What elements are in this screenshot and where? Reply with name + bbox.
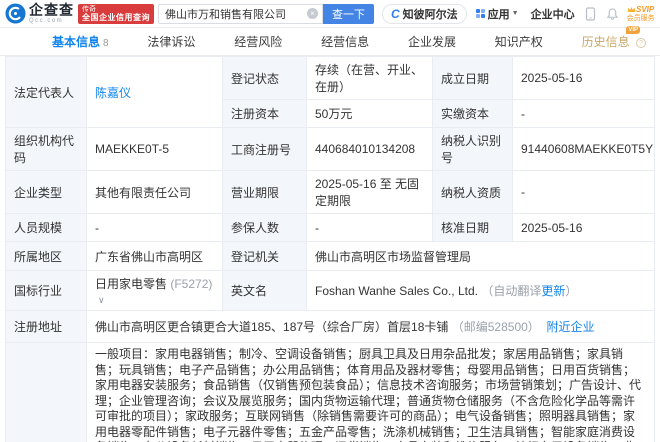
field-label-reg-address: 注册地址 — [5, 310, 87, 343]
field-label-biz-term: 营业期限 — [222, 170, 307, 214]
qcc-company-page: 企查查 Qcc.com 传奇 全国企业信用查询 × 查一下 C 知彼阿尔法 应用… — [0, 0, 660, 442]
search-input[interactable] — [165, 7, 307, 20]
section-tabs: 基本信息 8 法律诉讼 经营风险 经营信息 企业发展 知识产权 历史信息 VIP … — [0, 26, 660, 56]
company-info-table: 法定代表人 陈嘉仪 登记状态 存续（在营、开业、在册） 成立日期 2025-05… — [5, 56, 655, 442]
field-label-paid-capital: 实缴资本 — [432, 99, 513, 128]
legal-rep-link[interactable]: 陈嘉仪 — [95, 86, 131, 100]
table-row: 组织机构代码 MAEKKE0T-5 工商注册号 440684010134208 … — [5, 127, 655, 171]
postcode: （邮编528500） — [451, 320, 540, 334]
history-help-icon: ? — [635, 38, 646, 48]
apps-grid-icon — [475, 9, 485, 18]
tab-basic-info[interactable]: 基本信息 8 — [52, 33, 109, 50]
translate-update-link[interactable]: 更新 — [541, 284, 565, 298]
field-value-taxpayer-id: 91440608MAEKKE0T5Y — [512, 127, 655, 171]
field-value-company-type: 其他有限责任公司 — [86, 170, 223, 214]
basic-info-section: 法定代表人 陈嘉仪 登记状态 存续（在营、开业、在册） 成立日期 2025-05… — [0, 56, 660, 442]
nearby-companies-link[interactable]: 附近企业 — [546, 320, 594, 334]
clear-search-icon[interactable]: × — [307, 8, 318, 19]
field-label-biz-reg-no: 工商注册号 — [222, 127, 307, 171]
field-value-reg-address: 佛山市高明区更合镇更合大道185、187号（综合厂房）首层18卡铺 （邮编528… — [86, 310, 655, 343]
table-row: 企业类型 其他有限责任公司 营业期限 2025-05-16 至 无固定期限 纳税… — [5, 170, 655, 214]
table-row: 法定代表人 陈嘉仪 登记状态 存续（在营、开业、在册） 成立日期 2025-05… — [5, 56, 655, 128]
field-value-org-code: MAEKKE0T-5 — [86, 127, 223, 171]
field-label-taxpayer-qual: 纳税人资质 — [432, 170, 513, 214]
field-value-region: 广东省佛山市高明区 — [86, 241, 223, 271]
field-label-reg-capital: 注册资本 — [222, 99, 307, 128]
industry-code: (F5272) — [170, 277, 213, 291]
search-button[interactable]: 查一下 — [323, 3, 374, 24]
field-label-taxpayer-id: 纳税人识别号 — [432, 127, 513, 171]
zhibi-alpha-button[interactable]: C 知彼阿尔法 — [382, 3, 467, 24]
table-row: 人员规模 - 参保人数 - 核准日期 2025-05-16 — [5, 213, 655, 242]
field-label-region: 所属地区 — [5, 241, 87, 271]
field-label-business-scope: 经营范围 — [5, 342, 87, 442]
field-label-company-type: 企业类型 — [5, 170, 87, 214]
tab-business-info[interactable]: 经营信息 — [321, 33, 369, 50]
field-label-industry: 国标行业 — [5, 270, 87, 311]
top-header: 企查查 Qcc.com 传奇 全国企业信用查询 × 查一下 C 知彼阿尔法 应用… — [0, 0, 660, 28]
enterprise-center-link[interactable]: 企业中心 — [531, 6, 575, 22]
field-label-org-code: 组织机构代码 — [5, 127, 87, 171]
field-value-business-scope: 一般项目：家用电器销售；制冷、空调设备销售；厨具卫具及日用杂品批发；家居用品销售… — [86, 342, 655, 442]
table-row: 国标行业 日用家电零售 (F5272) ∨ 英文名 Foshan Wanhe S… — [5, 270, 655, 311]
table-row: 经营范围 一般项目：家用电器销售；制冷、空调设备销售；厨具卫具及日用杂品批发；家… — [5, 342, 655, 442]
field-value-english-name: Foshan Wanhe Sales Co., Ltd. （自动翻译更新） — [306, 270, 655, 311]
tab-legal-proceedings[interactable]: 法律诉讼 — [147, 33, 195, 50]
crown-icon — [627, 7, 636, 12]
field-value-reg-capital: 50万元 — [306, 99, 433, 128]
field-value-insured-count: - — [306, 213, 433, 242]
field-value-reg-status: 存续（在营、开业、在册） — [306, 56, 433, 100]
table-row: 注册地址 佛山市高明区更合镇更合大道185、187号（综合厂房）首层18卡铺 （… — [5, 310, 655, 343]
field-label-reg-status: 登记状态 — [222, 56, 307, 100]
field-label-approval-date: 核准日期 — [432, 213, 513, 242]
field-value-biz-reg-no: 440684010134208 — [306, 127, 433, 171]
chevron-down-icon: ▼ — [511, 10, 519, 17]
tab-business-risk[interactable]: 经营风险 — [234, 33, 282, 50]
svip-member-badge[interactable]: SVIP 会员服务 — [627, 5, 655, 22]
notification-bell-icon[interactable] — [606, 7, 619, 21]
field-label-reg-authority: 登记机关 — [222, 241, 307, 271]
table-row: 所属地区 广东省佛山市高明区 登记机关 佛山市高明区市场监督管理局 — [5, 241, 655, 271]
industry-expand-chevron-icon[interactable]: ∨ — [98, 295, 105, 305]
apps-menu[interactable]: 应用 ▼ — [475, 6, 519, 22]
tab-intellectual-property[interactable]: 知识产权 — [495, 33, 543, 50]
qcc-logo[interactable]: 企查查 Qcc.com 传奇 全国企业信用查询 — [5, 3, 154, 24]
field-label-est-date: 成立日期 — [432, 56, 513, 100]
qcc-brand-text: 企查查 Qcc.com — [29, 2, 74, 24]
field-label-insured-count: 参保人数 — [222, 213, 307, 242]
field-label-legal-rep: 法定代表人 — [5, 56, 87, 128]
mobile-phone-icon[interactable] — [584, 6, 597, 21]
field-label-staff-size: 人员规模 — [5, 213, 87, 242]
field-value-est-date: 2025-05-16 — [512, 56, 655, 100]
vip-badge: VIP — [626, 26, 640, 34]
field-value-legal-rep: 陈嘉仪 — [86, 56, 223, 128]
field-value-industry: 日用家电零售 (F5272) ∨ — [86, 270, 223, 311]
field-value-approval-date: 2025-05-16 — [512, 213, 655, 242]
field-value-paid-capital: - — [512, 99, 655, 128]
field-value-staff-size: - — [86, 213, 223, 242]
basic-info-count: 8 — [103, 38, 109, 49]
field-value-biz-term: 2025-05-16 至 无固定期限 — [306, 170, 433, 214]
field-value-taxpayer-qual: - — [512, 170, 655, 214]
field-label-english-name: 英文名 — [222, 270, 307, 311]
qcc-logo-icon — [5, 3, 26, 24]
business-scope-paragraph-1: 一般项目：家用电器销售；制冷、空调设备销售；厨具卫具及日用杂品批发；家居用品销售… — [95, 347, 642, 442]
field-value-reg-authority: 佛山市高明区市场监督管理局 — [306, 241, 655, 271]
zhibi-alpha-icon: C — [391, 6, 400, 21]
tab-company-development[interactable]: 企业发展 — [408, 33, 456, 50]
tab-history-info[interactable]: 历史信息 VIP ? — [582, 26, 646, 50]
qcc-slogan-badge: 传奇 全国企业信用查询 — [78, 3, 154, 24]
company-search-box: × — [158, 3, 323, 24]
